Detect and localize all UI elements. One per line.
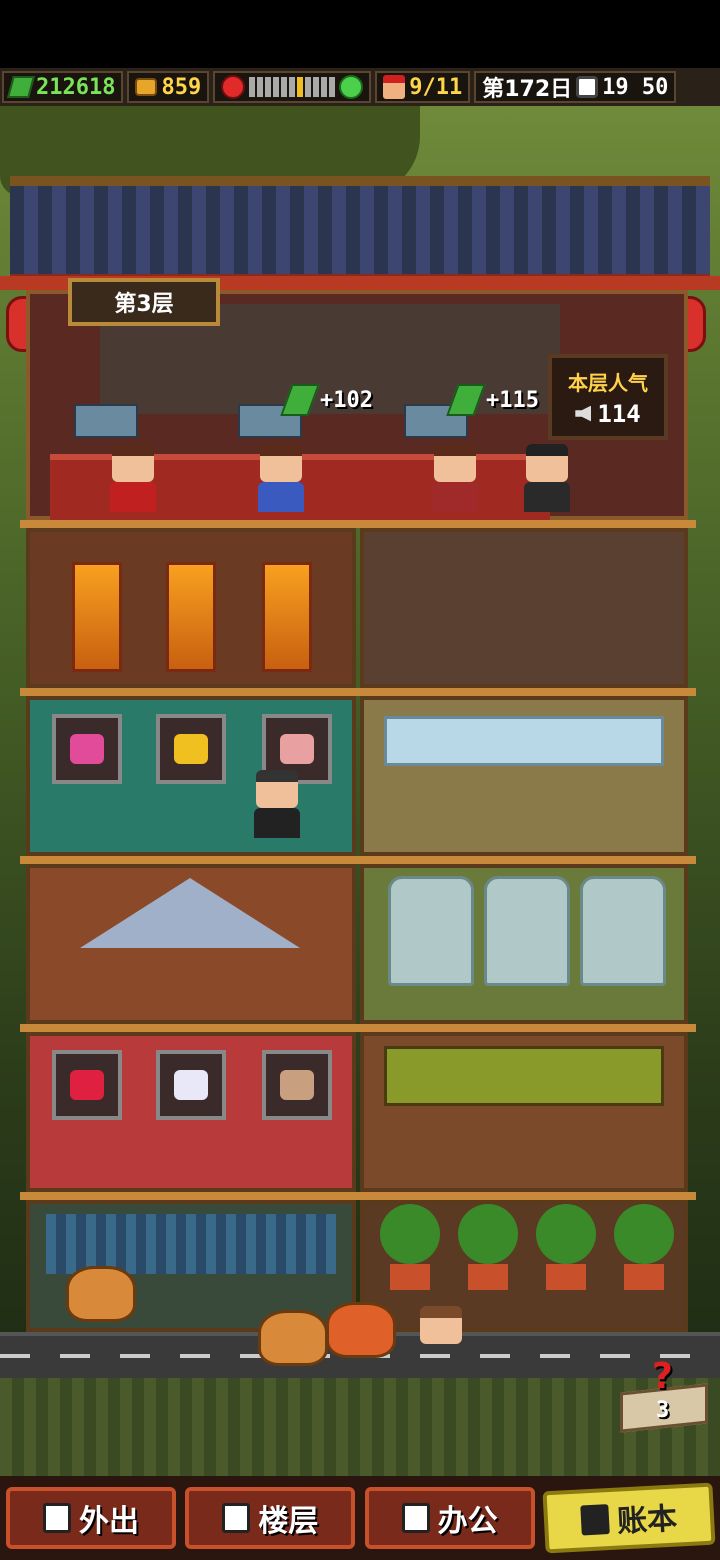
nav-label: 楼层: [258, 1504, 319, 1539]
floors-icon: [222, 1503, 251, 1533]
worker-value: 9/11: [409, 74, 463, 100]
coin-value: 859: [161, 74, 202, 100]
potted-plant: [536, 1204, 596, 1294]
game-scene[interactable]: 第3层 本层人气 114 +102 +115 ? 3: [0, 106, 720, 1476]
pagoda-roof: [10, 176, 710, 286]
popularity-label: 本层人气: [568, 370, 648, 395]
popularity-value: 114: [597, 399, 641, 428]
room-wooden-hall[interactable]: [26, 864, 356, 1024]
nav-ledger-button[interactable]: 账本: [542, 1482, 716, 1554]
room-electronics[interactable]: [360, 528, 688, 688]
office-icon: [401, 1503, 430, 1533]
worker-icon: [383, 75, 406, 99]
mood-meter: [213, 71, 372, 103]
earning-popup-1: +102: [320, 388, 373, 413]
cash-register-1: [74, 404, 138, 438]
room-grocery[interactable]: [360, 1032, 688, 1192]
mood-bar: [249, 77, 336, 97]
happy-face-icon: [339, 75, 364, 99]
nav-go-out-button[interactable]: 外出: [6, 1487, 176, 1549]
worker-counter: 9/11: [375, 71, 471, 103]
potted-plant: [614, 1204, 674, 1294]
claw-machine: [484, 876, 570, 986]
lantern-lamp: [72, 562, 122, 672]
ledger-icon: [580, 1504, 610, 1536]
floor-divider: [20, 688, 696, 696]
money-counter: 212618: [2, 71, 124, 103]
room-claw-machines[interactable]: [360, 864, 688, 1024]
nav-office-button[interactable]: 办公: [364, 1487, 535, 1549]
floor-popularity-panel: 本层人气 114: [548, 354, 668, 440]
floor-divider: [20, 856, 696, 864]
earning-popup-2: +115: [486, 388, 539, 413]
display-case: [156, 714, 226, 784]
coin-icon: [135, 78, 158, 96]
floor-divider: [20, 1192, 696, 1200]
nav-label: 办公: [437, 1504, 498, 1539]
help-book-button[interactable]: ? 3: [616, 1356, 712, 1433]
nav-floors-button[interactable]: 楼层: [185, 1487, 356, 1549]
display-case: [52, 1050, 122, 1120]
room-snack-shop[interactable]: [26, 1032, 356, 1192]
nav-label: 账本: [616, 1501, 679, 1540]
room-gift-shop[interactable]: [26, 696, 356, 856]
clock-icon: [576, 76, 599, 98]
bottom-nav: 外出 楼层 办公 账本: [0, 1476, 720, 1560]
pedestrian[interactable]: [418, 1306, 464, 1376]
notch-area: [0, 0, 720, 68]
display-case: [52, 714, 122, 784]
lantern-lamp: [166, 562, 216, 672]
nav-label: 外出: [79, 1504, 139, 1539]
help-count: 3: [656, 1398, 670, 1423]
lantern-lamp: [262, 562, 312, 672]
money-value: 212618: [36, 74, 116, 100]
customer-4[interactable]: [524, 444, 570, 514]
status-bar: 212618 859 9/11 第172日 19 50: [0, 68, 720, 106]
floor-divider: [20, 520, 696, 528]
customer-2[interactable]: [258, 444, 304, 514]
angry-face-icon: [221, 75, 246, 99]
cash-icon: [7, 76, 35, 98]
door-exit-icon: [43, 1503, 71, 1533]
room-plant-shop[interactable]: [360, 1200, 688, 1332]
display-case: [156, 1050, 226, 1120]
shopkeeper[interactable]: [254, 770, 300, 840]
floor-divider: [20, 1024, 696, 1032]
day-clock: 第172日 19 50: [474, 71, 677, 103]
grass-strip: [0, 1378, 720, 1476]
coin-counter: 859: [127, 71, 210, 103]
fox-pedestrian[interactable]: [326, 1302, 396, 1358]
hamster-pedestrian[interactable]: [66, 1266, 136, 1322]
speaker-icon: [575, 405, 592, 422]
customer-3[interactable]: [432, 444, 478, 514]
room-lantern-shop[interactable]: [26, 528, 356, 688]
room-bottle-shop[interactable]: [360, 696, 688, 856]
potted-plant: [458, 1204, 518, 1294]
customer-1[interactable]: [110, 444, 156, 514]
claw-machine: [388, 876, 474, 986]
hamster-pedestrian[interactable]: [258, 1310, 328, 1366]
potted-plant: [380, 1204, 440, 1294]
display-case: [262, 1050, 332, 1120]
day-value: 第172日: [482, 77, 573, 102]
question-mark-icon: ?: [652, 1356, 673, 1397]
floor-label: 第3层: [68, 278, 220, 326]
time-value: 19 50: [602, 74, 669, 100]
claw-machine: [580, 876, 666, 986]
